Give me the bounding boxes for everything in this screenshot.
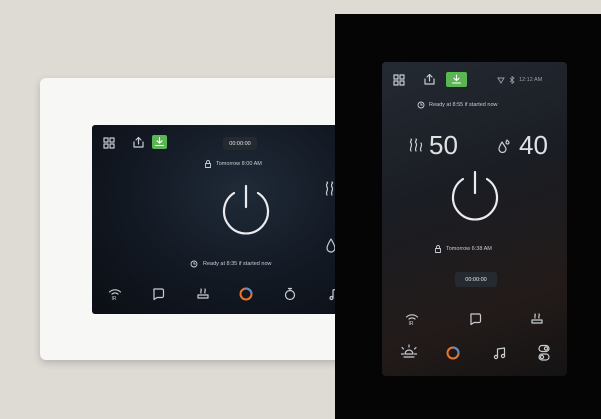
portrait-screen: 12:12 AM Ready at 8:55 if started now 50… (382, 62, 567, 376)
chat-icon[interactable] (468, 312, 482, 326)
ready-label: Ready at 8:55 if started now (429, 102, 498, 108)
chat-icon[interactable] (151, 287, 165, 301)
export-icon[interactable] (132, 136, 145, 149)
sauna-icon[interactable] (530, 312, 544, 326)
schedule-label: Tomorrow 8:00 AM (216, 161, 262, 167)
power-button[interactable] (445, 167, 505, 227)
clock-display: 12:12 AM (519, 77, 543, 83)
download-icon (451, 74, 462, 84)
landscape-screen: 00:00:00 Tomorrow 8:00 AM Ready at 8:35 … (92, 125, 342, 314)
clock-icon (417, 101, 425, 109)
clock-icon (190, 260, 198, 268)
infrared-icon[interactable]: IR (405, 312, 419, 326)
grid-menu-icon[interactable] (103, 137, 115, 149)
humidity-value[interactable]: 40 (519, 130, 548, 161)
schedule-label: Tomorrow 6:38 AM (446, 246, 492, 252)
svg-text:IR: IR (112, 296, 117, 301)
lock-icon (205, 160, 211, 168)
export-icon[interactable] (423, 73, 436, 86)
svg-text:IR: IR (409, 321, 414, 326)
timer-display[interactable]: 00:00:00 (455, 272, 497, 287)
heat-value[interactable]: 50 (429, 130, 458, 161)
power-button[interactable] (216, 181, 276, 241)
download-icon (154, 136, 165, 147)
light-icon[interactable] (400, 344, 418, 362)
toggle-switch-icon[interactable] (537, 344, 551, 362)
timer-icon[interactable] (283, 287, 297, 301)
sauna-icon[interactable] (196, 287, 210, 301)
download-button[interactable] (152, 135, 167, 149)
lock-icon (435, 245, 441, 253)
color-light-icon[interactable] (238, 286, 254, 302)
infrared-icon[interactable]: IR (108, 287, 122, 301)
wifi-icon (497, 77, 505, 84)
music-icon[interactable] (492, 345, 508, 361)
color-light-icon[interactable] (445, 345, 461, 361)
timer-display[interactable]: 00:00:00 (223, 137, 257, 150)
humidity-drop-icon[interactable] (495, 137, 513, 153)
grid-menu-icon[interactable] (393, 74, 405, 86)
heat-waves-icon[interactable] (408, 138, 424, 152)
bluetooth-icon (509, 76, 515, 84)
ready-label: Ready at 8:35 if started now (203, 261, 272, 267)
download-button[interactable] (446, 72, 467, 87)
